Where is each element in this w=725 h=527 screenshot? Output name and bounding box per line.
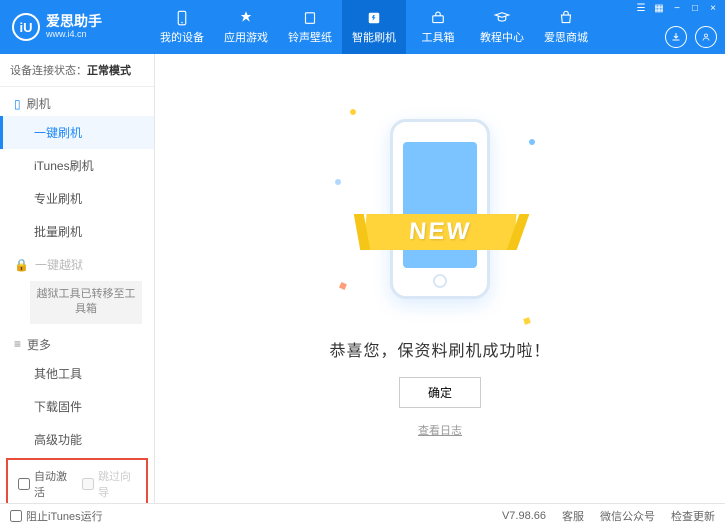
minimize-icon[interactable]: − xyxy=(671,2,683,14)
ringtone-icon xyxy=(301,9,319,27)
sidebar-item-pro-flash[interactable]: 专业刷机 xyxy=(0,182,154,215)
nav-apps[interactable]: 应用游戏 xyxy=(214,0,278,54)
section-flash[interactable]: ▯ 刷机 xyxy=(0,87,154,116)
nav-toolbox[interactable]: 工具箱 xyxy=(406,0,470,54)
lock-icon: 🔒 xyxy=(14,258,29,272)
checkbox-label: 自动激活 xyxy=(34,468,72,500)
nav-my-device[interactable]: 我的设备 xyxy=(150,0,214,54)
phone-icon: ▯ xyxy=(14,97,21,111)
footer: 阻止iTunes运行 V7.98.66 客服 微信公众号 检查更新 xyxy=(0,503,725,527)
view-log-link[interactable]: 查看日志 xyxy=(418,422,462,438)
logo-area: iU 爱思助手 www.i4.cn xyxy=(0,13,150,41)
section-more[interactable]: ≡ 更多 xyxy=(0,328,154,357)
grid-icon[interactable]: ▦ xyxy=(653,2,665,14)
status-value: 正常模式 xyxy=(87,65,131,77)
device-icon xyxy=(173,9,191,27)
header-right-buttons xyxy=(665,26,717,48)
sidebar: 设备连接状态：正常模式 ▯ 刷机 一键刷机 iTunes刷机 专业刷机 批量刷机… xyxy=(0,54,155,503)
nav-label: 教程中心 xyxy=(480,29,524,45)
footer-support[interactable]: 客服 xyxy=(562,508,584,524)
checkbox-auto-activate[interactable]: 自动激活 xyxy=(18,468,72,500)
section-label: 刷机 xyxy=(27,95,51,112)
nav-shop[interactable]: 爱思商城 xyxy=(534,0,598,54)
nav-label: 我的设备 xyxy=(160,29,204,45)
version-label: V7.98.66 xyxy=(502,510,546,522)
nav-label: 应用游戏 xyxy=(224,29,268,45)
sidebar-item-itunes-flash[interactable]: iTunes刷机 xyxy=(0,149,154,182)
ok-button[interactable]: 确定 xyxy=(399,377,481,408)
nav-label: 智能刷机 xyxy=(352,29,396,45)
nav-label: 铃声壁纸 xyxy=(288,29,332,45)
tutorial-icon xyxy=(493,9,511,27)
connection-status: 设备连接状态：正常模式 xyxy=(0,54,154,87)
sidebar-item-advanced[interactable]: 高级功能 xyxy=(0,423,154,456)
section-label: 一键越狱 xyxy=(35,256,83,273)
logo-icon: iU xyxy=(12,13,40,41)
checkbox-skip-guide[interactable]: 跳过向导 xyxy=(82,468,136,500)
shop-icon xyxy=(557,9,575,27)
sidebar-item-download-firmware[interactable]: 下载固件 xyxy=(0,390,154,423)
close-icon[interactable]: × xyxy=(707,2,719,14)
checkbox-block-itunes[interactable]: 阻止iTunes运行 xyxy=(10,508,103,524)
nav-tutorial[interactable]: 教程中心 xyxy=(470,0,534,54)
menu-icon[interactable]: ☰ xyxy=(635,2,647,14)
success-illustration: NEW xyxy=(380,119,500,319)
sidebar-item-batch-flash[interactable]: 批量刷机 xyxy=(0,215,154,248)
section-jailbreak: 🔒 一键越狱 xyxy=(0,248,154,277)
more-icon: ≡ xyxy=(14,337,21,351)
checkbox-label: 跳过向导 xyxy=(98,468,136,500)
top-nav: 我的设备 应用游戏 铃声壁纸 智能刷机 工具箱 教程中心 爱思商城 xyxy=(150,0,598,54)
footer-check-update[interactable]: 检查更新 xyxy=(671,508,715,524)
nav-ringtone[interactable]: 铃声壁纸 xyxy=(278,0,342,54)
user-button[interactable] xyxy=(695,26,717,48)
apps-icon xyxy=(237,9,255,27)
jailbreak-note: 越狱工具已转移至工具箱 xyxy=(30,281,142,324)
flash-icon xyxy=(365,9,383,27)
app-header: iU 爱思助手 www.i4.cn 我的设备 应用游戏 铃声壁纸 智能刷机 工具… xyxy=(0,0,725,54)
app-title: 爱思助手 xyxy=(46,14,102,29)
highlighted-options: 自动激活 跳过向导 xyxy=(6,458,148,503)
nav-label: 爱思商城 xyxy=(544,29,588,45)
maximize-icon[interactable]: □ xyxy=(689,2,701,14)
new-banner: NEW xyxy=(363,214,516,250)
nav-label: 工具箱 xyxy=(422,29,455,45)
app-subtitle: www.i4.cn xyxy=(46,30,102,40)
status-label: 设备连接状态： xyxy=(10,65,87,77)
window-controls: ☰ ▦ − □ × xyxy=(635,2,719,14)
success-message: 恭喜您，保资料刷机成功啦！ xyxy=(329,337,550,361)
footer-wechat[interactable]: 微信公众号 xyxy=(600,508,655,524)
toolbox-icon xyxy=(429,9,447,27)
sidebar-item-oneclick-flash[interactable]: 一键刷机 xyxy=(0,116,154,149)
section-label: 更多 xyxy=(27,336,51,353)
download-button[interactable] xyxy=(665,26,687,48)
nav-flash[interactable]: 智能刷机 xyxy=(342,0,406,54)
checkbox-label: 阻止iTunes运行 xyxy=(26,508,103,524)
main-content: NEW 恭喜您，保资料刷机成功啦！ 确定 查看日志 xyxy=(155,54,725,503)
sidebar-item-other-tools[interactable]: 其他工具 xyxy=(0,357,154,390)
